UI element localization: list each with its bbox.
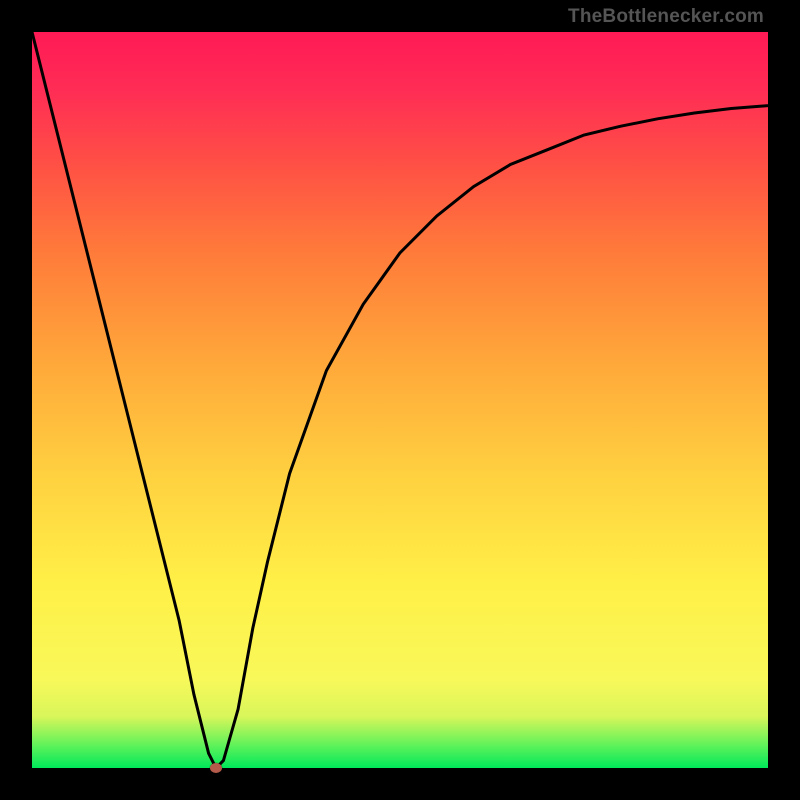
branding-watermark: TheBottlenecker.com xyxy=(568,6,764,28)
optimum-marker-icon xyxy=(210,763,222,773)
curve-svg xyxy=(32,32,768,768)
bottleneck-curve-path xyxy=(32,32,768,768)
chart-frame: TheBottlenecker.com xyxy=(0,0,800,800)
plot-area xyxy=(32,32,768,768)
